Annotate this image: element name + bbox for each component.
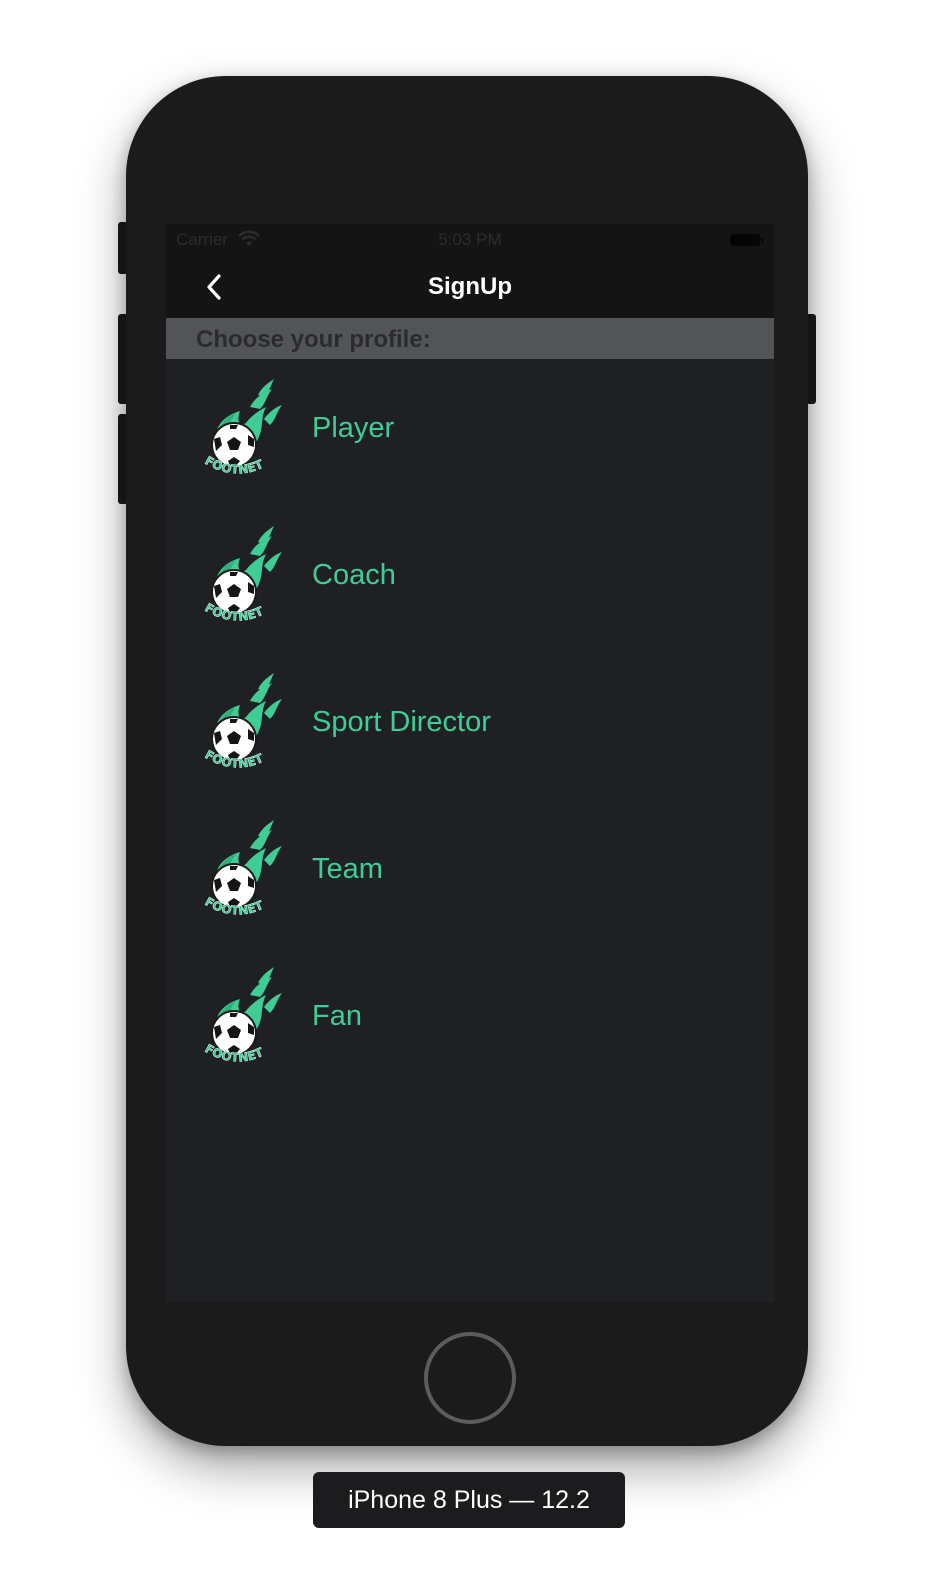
home-button[interactable] <box>424 1332 516 1424</box>
page-title: SignUp <box>428 273 512 300</box>
profile-option-sport-director[interactable]: FOOTNET Sport Director <box>166 654 774 801</box>
footnet-logo-icon: FOOTNET <box>202 967 282 1065</box>
device-label: iPhone 8 Plus — 12.2 <box>313 1472 625 1528</box>
chevron-left-icon <box>207 274 221 300</box>
profile-option-label: Team <box>312 853 383 885</box>
profile-option-label: Coach <box>312 559 396 591</box>
footnet-logo-icon: FOOTNET <box>202 379 282 477</box>
status-time: 5:03 PM <box>438 230 502 249</box>
profile-option-coach[interactable]: FOOTNET Coach <box>166 507 774 654</box>
footnet-logo-icon: FOOTNET <box>202 673 282 771</box>
profile-option-label: Fan <box>312 1000 362 1032</box>
app-screen: Carrier 5:03 PM SignUp Choose your profi… <box>166 224 774 1302</box>
simulator-stage: Carrier 5:03 PM SignUp Choose your profi… <box>0 0 934 1594</box>
profile-option-player[interactable]: FOOTNET Player <box>166 360 774 507</box>
section-header-label: Choose your profile: <box>196 326 431 353</box>
profile-option-label: Sport Director <box>312 706 491 738</box>
footnet-logo-icon: FOOTNET <box>202 820 282 918</box>
profile-option-team[interactable]: FOOTNET Team <box>166 801 774 948</box>
back-button[interactable] <box>194 268 234 306</box>
battery-icon <box>730 234 763 246</box>
profile-list: FOOTNET Player FOOTNET Coach FOOTNET Spo… <box>166 360 774 1095</box>
profile-option-fan[interactable]: FOOTNET Fan <box>166 948 774 1095</box>
status-bar: Carrier 5:03 PM <box>166 224 774 256</box>
section-header: Choose your profile: <box>166 318 774 359</box>
footnet-logo-icon: FOOTNET <box>202 526 282 624</box>
navigation-bar: SignUp <box>166 256 774 318</box>
profile-option-label: Player <box>312 412 395 444</box>
